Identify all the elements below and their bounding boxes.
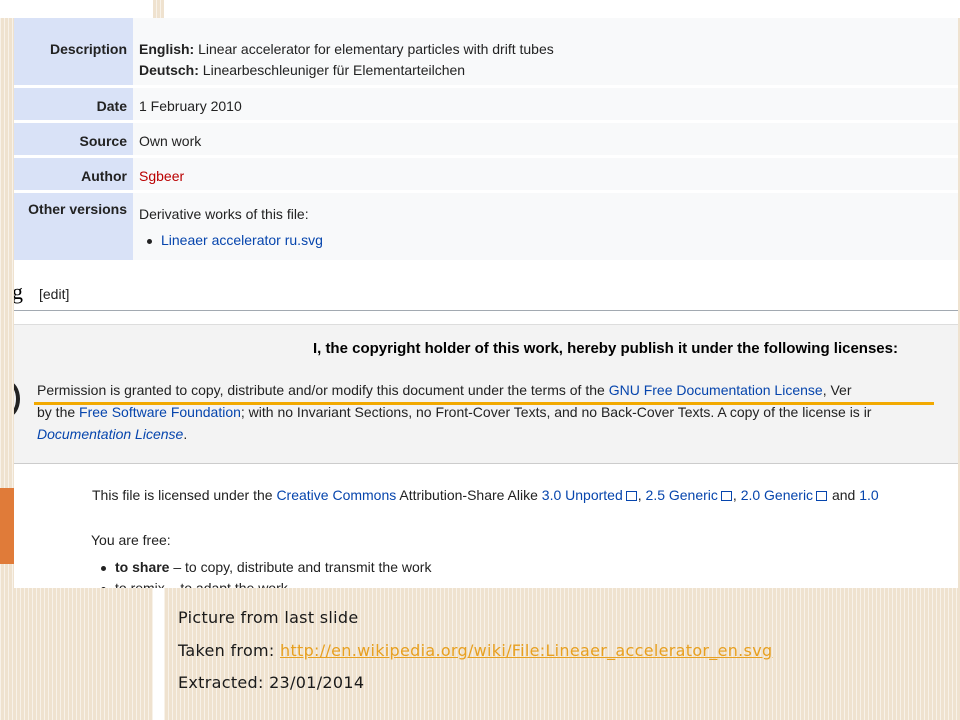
gfdl-license-box: I, the copyright holder of this work, he… xyxy=(14,324,958,464)
source-value: Own work xyxy=(133,123,958,158)
cc-license-line: This file is licensed under the Creative… xyxy=(92,487,879,503)
description-value: English: Linear accelerator for elementa… xyxy=(133,18,958,88)
author-value: Sgbeer xyxy=(133,158,958,193)
cc-attr: Attribution-Share Alike xyxy=(396,487,542,503)
caption-taken-from: Taken from: http://en.wikipedia.org/wiki… xyxy=(178,641,772,660)
date-label: Date xyxy=(14,88,133,123)
wiki-screenshot: Description English: Linear accelerator … xyxy=(14,18,958,588)
separator: , xyxy=(637,487,646,503)
author-row: Author Sgbeer xyxy=(14,158,958,193)
cc-intro: This file is licensed under the xyxy=(92,487,277,503)
external-link-icon xyxy=(720,491,732,502)
fsf-link[interactable]: Free Software Foundation xyxy=(79,404,241,420)
share-bold: to share xyxy=(115,559,170,575)
you-are-free: You are free: xyxy=(91,532,171,548)
gfdl-text: Permission is granted to copy, distribut… xyxy=(37,379,958,445)
cc-license-box: This file is licensed under the Creative… xyxy=(14,480,958,588)
other-versions-value: Derivative works of this file: Lineaer a… xyxy=(133,193,958,263)
external-link-icon xyxy=(625,491,637,502)
source-label: Source xyxy=(14,123,133,158)
source-row: Source Own work xyxy=(14,123,958,158)
gnu-logo-icon xyxy=(14,381,20,417)
top-white-strip-right xyxy=(164,0,960,18)
gfdl-line2-end: ; with no Invariant Sections, no Front-C… xyxy=(240,404,872,420)
description-label: Description xyxy=(14,18,133,88)
license-header: I, the copyright holder of this work, he… xyxy=(312,340,898,357)
other-versions-label: Other versions xyxy=(14,193,133,263)
gfdl-line3-end: . xyxy=(183,426,188,442)
other-versions-row: Other versions Derivative works of this … xyxy=(14,193,958,263)
cc-link[interactable]: Creative Commons xyxy=(276,487,396,503)
heading-rule xyxy=(14,310,958,311)
highlight-underline xyxy=(34,402,934,405)
english-description: Linear accelerator for elementary partic… xyxy=(198,41,554,57)
caption-picture-note: Picture from last slide xyxy=(178,608,359,627)
edit-link[interactable]: [edit] xyxy=(39,286,69,302)
licensing-heading: g [edit] xyxy=(14,276,958,321)
caption-extracted: Extracted: 23/01/2014 xyxy=(178,673,365,692)
bullet-dot xyxy=(101,565,106,571)
file-info-table: Description English: Linear accelerator … xyxy=(14,18,958,263)
remix-item-cutoff: to remix – to adapt the work xyxy=(101,580,288,588)
share-item: to share – to copy, distribute and trans… xyxy=(101,559,431,575)
author-link[interactable]: Sgbeer xyxy=(139,168,184,184)
bullet-dot xyxy=(147,238,152,244)
deutsch-prefix: Deutsch: xyxy=(139,62,199,78)
separator: , xyxy=(732,487,741,503)
bullet-dot xyxy=(101,586,106,588)
derivative-intro: Derivative works of this file: xyxy=(139,206,309,222)
and-text: and xyxy=(828,487,860,503)
source-url-link[interactable]: http://en.wikipedia.org/wiki/File:Lineae… xyxy=(280,641,772,660)
orange-accent-block xyxy=(0,488,14,564)
english-prefix: English: xyxy=(139,41,195,57)
date-row: Date 1 February 2010 xyxy=(14,88,958,123)
gfdl-line2-start: by the xyxy=(37,404,80,420)
deutsch-description: Linearbeschleuniger für Elementarteilche… xyxy=(202,62,466,78)
doc-license-link[interactable]: Documentation License xyxy=(37,426,183,442)
derivative-link[interactable]: Lineaer accelerator ru.svg xyxy=(161,232,323,248)
cc-25-link[interactable]: 2.5 Generic xyxy=(646,487,718,503)
taken-prefix: Taken from: xyxy=(178,641,281,660)
date-value: 1 February 2010 xyxy=(133,88,958,123)
top-white-strip-left xyxy=(0,0,153,18)
cc-10-link[interactable]: 1.0 xyxy=(859,487,878,503)
gfdl-link[interactable]: GNU Free Documentation License xyxy=(609,382,823,398)
cc-30-link[interactable]: 3.0 Unported xyxy=(542,487,623,503)
author-label: Author xyxy=(14,158,133,193)
vertical-white-strip xyxy=(153,588,164,720)
description-row: Description English: Linear accelerator … xyxy=(14,18,958,88)
gfdl-line1-start: Permission is granted to copy, distribut… xyxy=(37,382,609,398)
heading-text: g xyxy=(14,279,23,304)
external-link-icon xyxy=(816,491,828,502)
share-rest: – to copy, distribute and transmit the w… xyxy=(169,559,432,575)
gfdl-line1-end: , Ver xyxy=(822,382,852,398)
cc-20-link[interactable]: 2.0 Generic xyxy=(741,487,813,503)
remix-text: to remix – to adapt the work xyxy=(115,580,288,588)
